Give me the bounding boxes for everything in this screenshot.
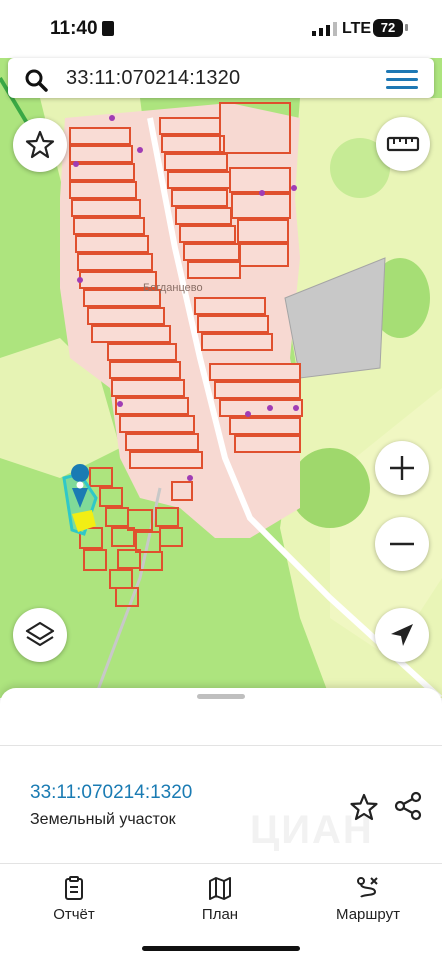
hamburger-menu-icon[interactable] [386, 68, 418, 92]
network-type: LTE [342, 20, 372, 37]
contact-card-icon [102, 21, 114, 36]
village-label: Богданцево [143, 282, 203, 294]
tab-label: Маршрут [336, 906, 400, 923]
sheet-grabber[interactable] [197, 694, 245, 699]
tab-route[interactable]: Маршрут [326, 870, 410, 930]
route-icon [357, 877, 378, 898]
battery-indicator: 72 [373, 19, 403, 37]
tab-plan[interactable]: План [190, 870, 250, 930]
divider [0, 863, 442, 864]
zoom-out-button[interactable] [375, 517, 429, 571]
locate-button[interactable] [375, 608, 429, 662]
tab-label: Отчёт [53, 906, 95, 923]
home-indicator[interactable] [142, 946, 300, 951]
layers-icon [25, 621, 55, 647]
zoom-in-button[interactable] [375, 441, 429, 495]
battery-tip [405, 24, 408, 31]
star-icon [25, 130, 55, 159]
parcel-type: Земельный участок [30, 811, 176, 828]
ruler-button[interactable] [376, 117, 430, 171]
signal-icon [312, 22, 337, 36]
zoom-in-icon [390, 456, 414, 480]
map-plan-icon [209, 877, 231, 900]
tab-label: План [201, 906, 239, 923]
status-time: 11:40 [50, 18, 98, 39]
parcel-id[interactable]: 33:11:070214:1320 [30, 782, 192, 804]
search-icon[interactable] [24, 68, 48, 92]
tab-report[interactable]: Отчёт [44, 870, 104, 930]
zoom-out-icon [390, 542, 414, 546]
divider [0, 745, 442, 746]
locate-arrow-icon [391, 624, 413, 646]
favorite-button[interactable] [13, 118, 67, 172]
layers-button[interactable] [13, 608, 67, 662]
ruler-icon [386, 136, 420, 152]
report-icon [65, 876, 83, 900]
share-icon[interactable] [393, 791, 423, 821]
search-input[interactable]: 33:11:070214:1320 [66, 67, 240, 90]
status-bar: 11:40 LTE 72 [0, 0, 442, 58]
star-icon[interactable] [349, 792, 379, 822]
